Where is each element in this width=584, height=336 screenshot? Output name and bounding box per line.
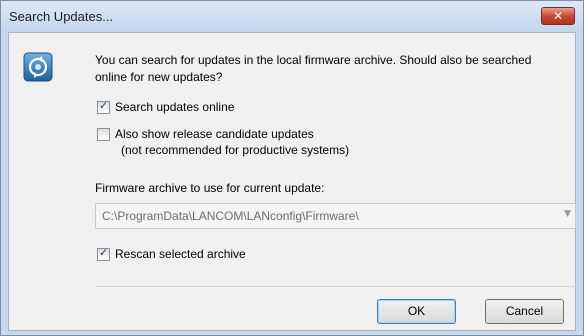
archive-path-combobox[interactable]: C:\ProgramData\LANCOM\LANconfig\Firmware… <box>95 203 576 229</box>
ok-button[interactable]: OK <box>377 299 456 324</box>
search-online-label[interactable]: Search updates online <box>115 99 234 115</box>
release-candidates-checkbox[interactable] <box>97 128 110 141</box>
search-online-checkbox[interactable] <box>97 99 110 114</box>
release-candidates-option[interactable]: Also show release candidate updates (not… <box>97 126 349 158</box>
title-bar[interactable]: Search Updates... ✕ <box>1 1 583 32</box>
refresh-globe-icon <box>23 52 53 82</box>
dialog-window: Search Updates... ✕ You can search for u… <box>0 0 584 336</box>
close-button[interactable]: ✕ <box>541 7 575 25</box>
release-candidates-label-group[interactable]: Also show release candidate updates (not… <box>115 126 349 158</box>
separator <box>95 286 576 287</box>
dialog-body: You can search for updates in the local … <box>8 32 576 331</box>
archive-label: Firmware archive to use for current upda… <box>95 181 325 195</box>
close-icon: ✕ <box>552 9 564 23</box>
rescan-checkbox[interactable] <box>97 246 110 261</box>
release-candidates-label[interactable]: Also show release candidate updates <box>115 126 349 142</box>
intro-text: You can search for updates in the local … <box>95 53 532 84</box>
search-online-option[interactable]: Search updates online <box>97 99 234 115</box>
rescan-option[interactable]: Rescan selected archive <box>97 246 246 262</box>
release-candidates-note: (not recommended for productive systems) <box>121 143 350 157</box>
chevron-down-icon[interactable]: ▼ <box>564 209 571 219</box>
rescan-label[interactable]: Rescan selected archive <box>115 246 246 262</box>
archive-path-value: C:\ProgramData\LANCOM\LANconfig\Firmware… <box>102 209 359 223</box>
cancel-button[interactable]: Cancel <box>485 299 564 324</box>
window-title: Search Updates... <box>9 9 114 24</box>
